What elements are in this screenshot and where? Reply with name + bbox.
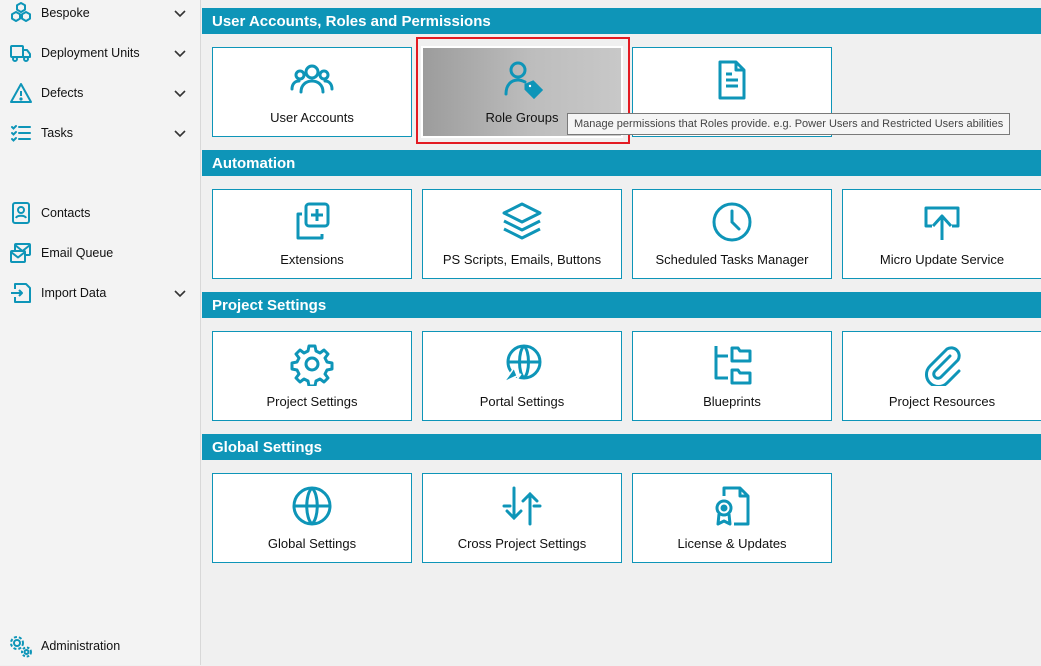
tile-label: Cross Project Settings (457, 536, 587, 551)
folder-tree-icon (710, 342, 754, 386)
tile-user-accounts[interactable]: User Accounts (212, 47, 412, 137)
sidebar-item-deployment-units[interactable]: Deployment Units (0, 33, 200, 73)
tile-extensions[interactable]: Extensions (212, 189, 412, 279)
tile-label: License & Updates (677, 536, 787, 551)
users-icon (290, 58, 334, 102)
chevron-down-icon[interactable] (172, 5, 188, 21)
admin-main-panel: User Accounts, Roles and Permissions Use… (202, 0, 1041, 665)
tile-project-settings[interactable]: Project Settings (212, 331, 412, 421)
tile-label: Extensions (280, 252, 344, 267)
tile-label: PS Scripts, Emails, Buttons (442, 252, 602, 267)
globe-icon (290, 484, 334, 528)
tile-label: Project Resources (888, 394, 996, 409)
sidebar-item-label: Defects (41, 86, 84, 100)
sidebar-item-label: Import Data (41, 286, 107, 300)
tile-label: Global Settings (267, 536, 357, 551)
sidebar-item-defects[interactable]: Defects (0, 73, 200, 113)
sidebar-item-label: Deployment Units (41, 46, 140, 60)
sidebar-item-label: Bespoke (41, 6, 90, 20)
checklist-icon (8, 120, 34, 146)
tile-label: User Accounts (270, 110, 354, 125)
tile-micro-update[interactable]: Micro Update Service (842, 189, 1041, 279)
globe-cursor-icon (500, 342, 544, 386)
sidebar-item-import-data[interactable]: Import Data (0, 273, 200, 313)
truck-icon (8, 40, 34, 66)
tile-ps-scripts[interactable]: PS Scripts, Emails, Buttons (422, 189, 622, 279)
sidebar-item-label: Contacts (41, 206, 91, 220)
add-copy-icon (290, 200, 334, 244)
chevron-down-icon[interactable] (172, 85, 188, 101)
sidebar-item-tasks[interactable]: Tasks (0, 113, 200, 153)
gear-icon (290, 342, 334, 386)
sidebar-footer-label: Administration (41, 639, 121, 653)
contact-card-icon (8, 200, 34, 226)
import-icon (8, 280, 34, 306)
clock-icon (710, 200, 754, 244)
tile-global-settings[interactable]: Global Settings (212, 473, 412, 563)
user-tag-icon (500, 58, 544, 102)
email-queue-icon (8, 240, 34, 266)
sidebar-item-email-queue[interactable]: Email Queue (0, 233, 200, 273)
chevron-down-icon[interactable] (172, 125, 188, 141)
section-header-global-settings: Global Settings (202, 434, 1041, 460)
tile-scheduled-tasks[interactable]: Scheduled Tasks Manager (632, 189, 832, 279)
license-icon (710, 484, 754, 528)
section-header-user-accounts: User Accounts, Roles and Permissions (202, 8, 1041, 34)
layers-icon (500, 200, 544, 244)
sidebar-item-contacts[interactable]: Contacts (0, 193, 200, 233)
upload-arrow-icon (920, 200, 964, 244)
tile-label: Project Settings (266, 394, 358, 409)
warning-icon (8, 80, 34, 106)
section-header-automation: Automation (202, 150, 1041, 176)
sidebar-item-bespoke[interactable]: Bespoke (0, 0, 200, 33)
tile-cross-project-settings[interactable]: Cross Project Settings (422, 473, 622, 563)
document-icon (710, 58, 754, 102)
tile-label: Portal Settings (479, 394, 565, 409)
sync-arrows-icon (500, 484, 544, 528)
paperclip-icon (920, 342, 964, 386)
tile-license-updates[interactable]: License & Updates (632, 473, 832, 563)
section-header-project-settings: Project Settings (202, 292, 1041, 318)
sidebar: Bespoke Deployment Units Defects Tasks C… (0, 0, 201, 665)
tile-portal-settings[interactable]: Portal Settings (422, 331, 622, 421)
tile-label: Scheduled Tasks Manager (655, 252, 809, 267)
sidebar-item-label: Email Queue (41, 246, 114, 260)
tile-blueprints[interactable]: Blueprints (632, 331, 832, 421)
gears-icon (8, 633, 34, 659)
tooltip: Manage permissions that Roles provide. e… (567, 113, 1011, 135)
tile-label: Blueprints (703, 394, 761, 409)
cubes-icon (8, 0, 34, 26)
chevron-down-icon[interactable] (172, 285, 188, 301)
tile-project-resources[interactable]: Project Resources (842, 331, 1041, 421)
chevron-down-icon[interactable] (172, 45, 188, 61)
sidebar-item-label: Tasks (41, 126, 73, 140)
tile-label: Micro Update Service (879, 252, 1005, 267)
sidebar-item-administration[interactable]: Administration (0, 626, 200, 666)
